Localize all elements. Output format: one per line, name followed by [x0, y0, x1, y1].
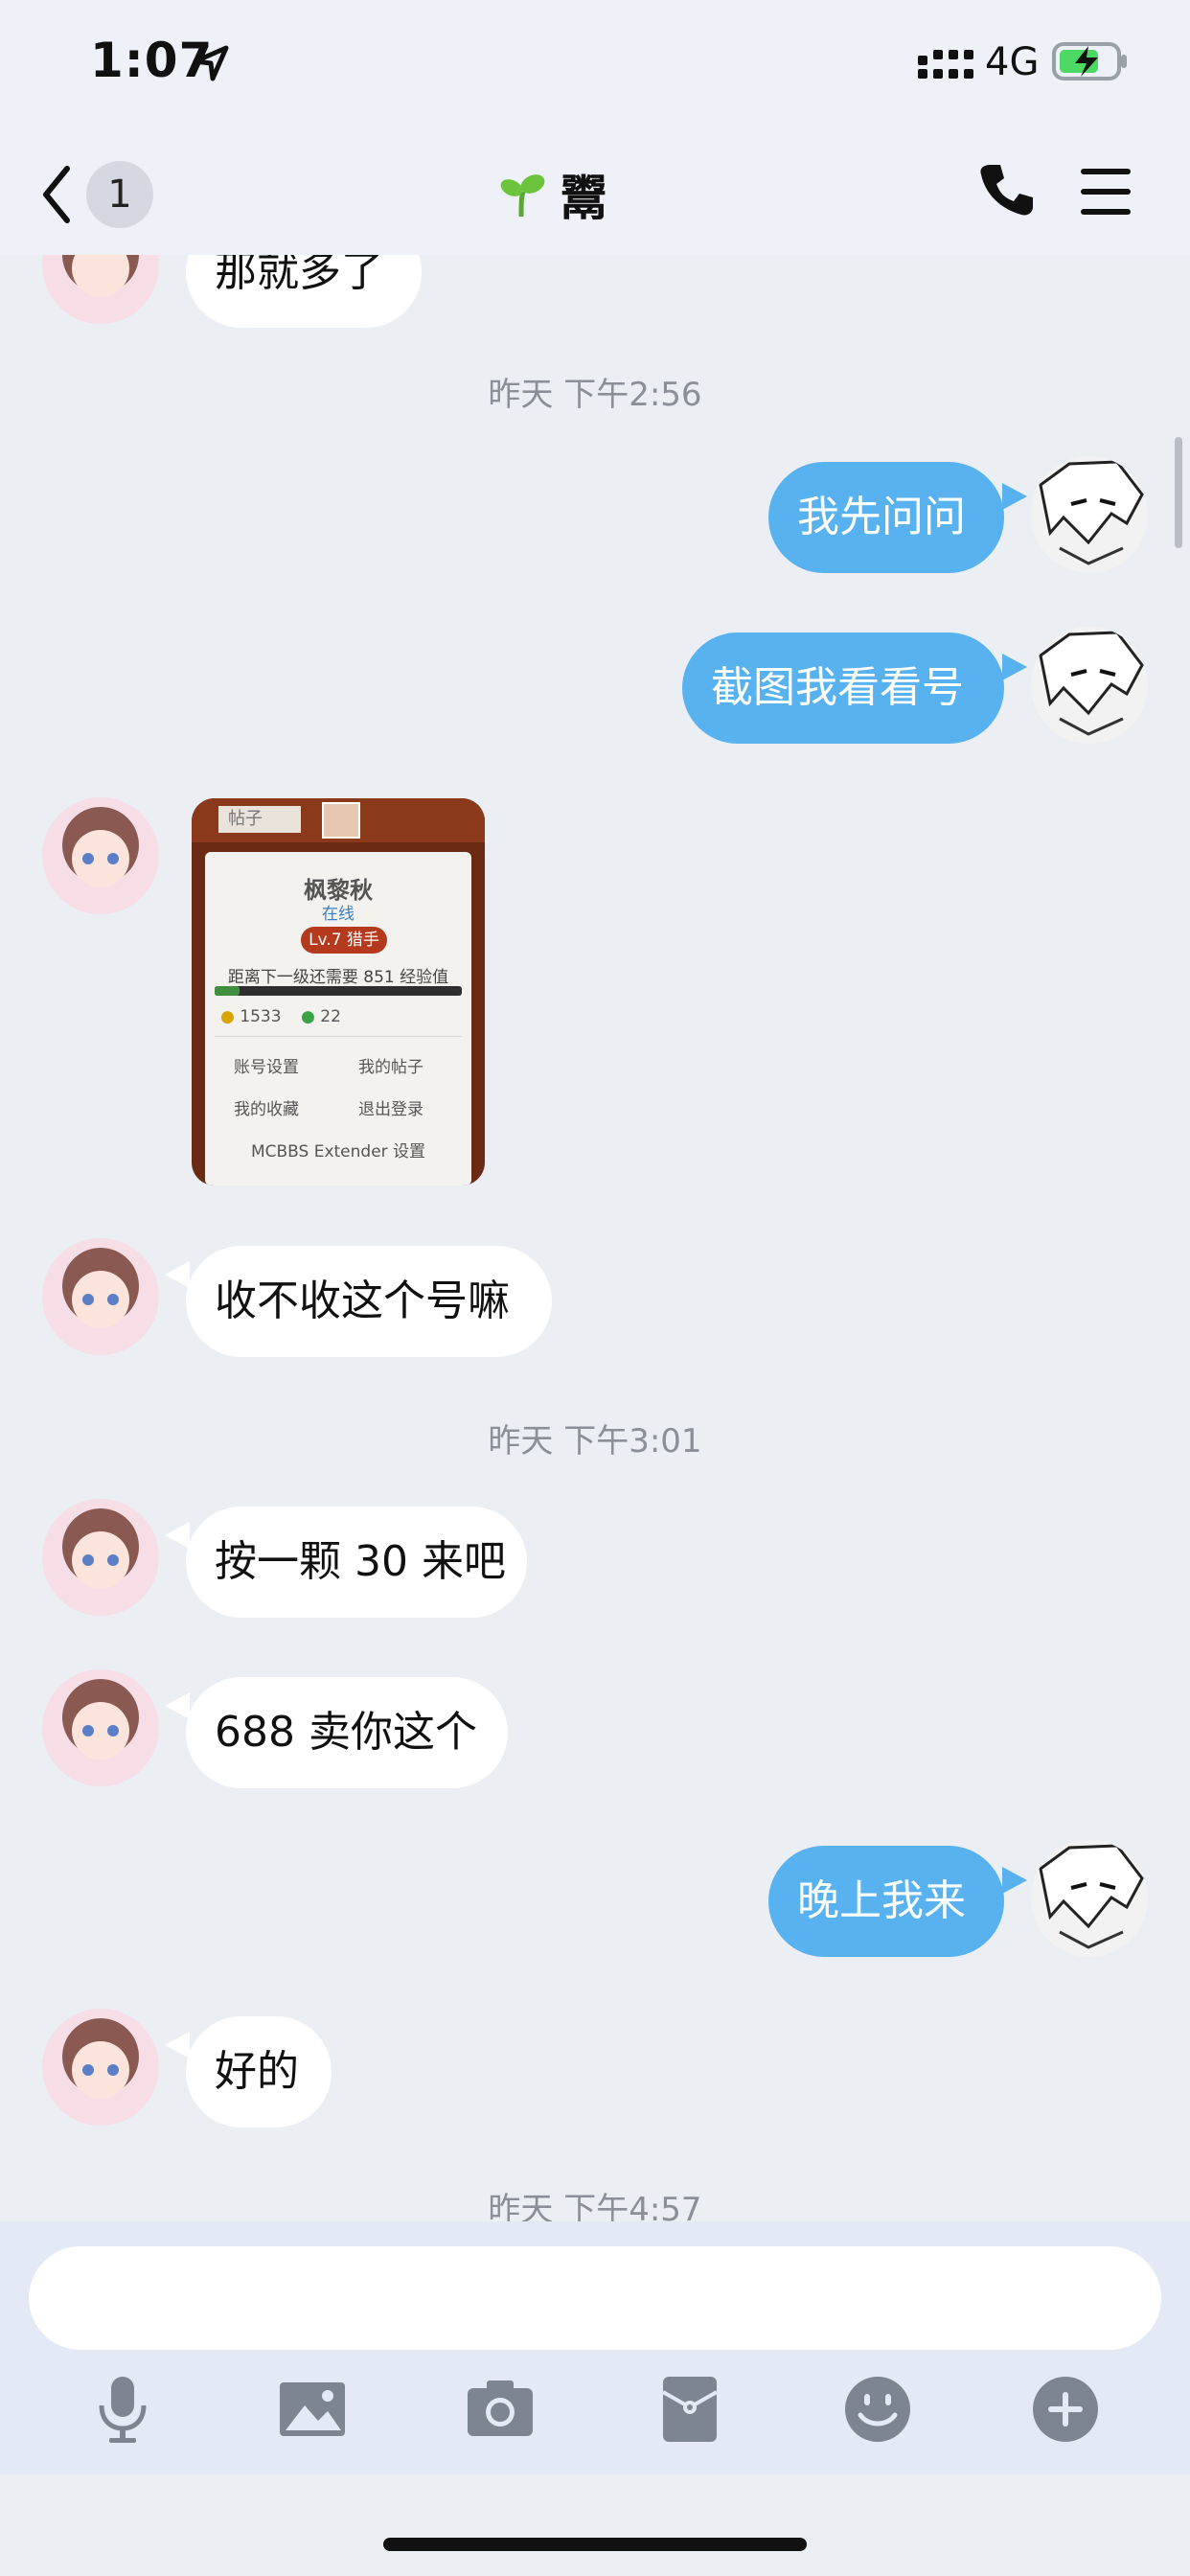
gem-count: ● 22: [301, 1007, 341, 1026]
phone-icon[interactable]: [977, 161, 1035, 218]
image-message[interactable]: 帖子 枫黎秋 在线 Lv.7 猎手 距离下一级还需要 851 经验值 ● 153…: [192, 798, 485, 1185]
chat-header: 1 鬻: [0, 134, 1190, 255]
menu-my-favorites: 我的收藏: [234, 1100, 299, 1119]
profile-card: 枫黎秋 在线 Lv.7 猎手 距离下一级还需要 851 经验值 ● 1533 ●…: [205, 852, 471, 1185]
bubble-tail: [1002, 483, 1027, 510]
message-bubble-outgoing[interactable]: 截图我看看号: [682, 632, 1004, 744]
scrollbar[interactable]: [1175, 437, 1182, 548]
plus-icon[interactable]: [1027, 2371, 1104, 2448]
emoji-icon[interactable]: [839, 2371, 916, 2448]
bubble-tail: [1002, 654, 1027, 680]
timestamp: 昨天 下午2:56: [488, 376, 702, 414]
coin-value: 1533: [240, 1007, 282, 1026]
gem-value: 22: [320, 1007, 341, 1026]
gem-icon: ●: [301, 1007, 315, 1026]
battery-charging-icon: [1052, 42, 1127, 80]
level-badge: Lv.7 猎手: [301, 927, 387, 954]
coin-count: ● 1533: [220, 1007, 282, 1026]
message-text: 截图我看看号: [711, 663, 964, 712]
home-indicator[interactable]: [383, 2538, 807, 2551]
location-arrow-icon: [193, 45, 229, 81]
message-bubble-outgoing[interactable]: 我先问问: [768, 462, 1004, 573]
composer: [0, 2221, 1190, 2474]
red-packet-icon[interactable]: [652, 2371, 728, 2448]
signal-icon: [918, 50, 973, 79]
status-bar: 1:07 4G: [0, 0, 1190, 134]
divider: [215, 1036, 462, 1037]
message-input[interactable]: [29, 2246, 1161, 2350]
message-text: 那就多了: [215, 255, 383, 296]
post-dropdown: 帖子: [218, 806, 301, 833]
sprout-icon: [500, 174, 545, 218]
menu-icon[interactable]: [1079, 163, 1133, 220]
menu-logout: 退出登录: [358, 1100, 423, 1119]
menu-my-posts: 我的帖子: [358, 1058, 423, 1077]
exp-text: 距离下一级还需要 851 经验值: [227, 968, 449, 987]
coin-icon: ●: [220, 1007, 235, 1026]
camera-icon[interactable]: [462, 2371, 538, 2448]
exp-progress-bar: [215, 986, 462, 996]
my-avatar[interactable]: [1031, 627, 1148, 744]
back-button[interactable]: 1: [38, 157, 163, 234]
home-indicator-area: [0, 2474, 1190, 2576]
microphone-icon[interactable]: [84, 2371, 161, 2448]
chevron-left-icon: [43, 166, 70, 223]
profile-status: 在线: [322, 905, 355, 924]
image-icon[interactable]: [274, 2371, 351, 2448]
exp-progress-fill: [215, 986, 240, 996]
my-avatar[interactable]: [1031, 456, 1148, 573]
contact-name: 鬻: [560, 171, 607, 226]
chat-title[interactable]: 鬻: [498, 161, 607, 228]
network-type: 4G: [985, 40, 1040, 84]
contact-avatar[interactable]: [42, 797, 159, 914]
menu-extender-settings: MCBBS Extender 设置: [250, 1142, 426, 1162]
message-text: 我先问问: [797, 493, 966, 541]
unread-badge: 1: [86, 161, 153, 228]
message-list[interactable]: 那就多了 昨天 下午2:56 我先问问 截图我看看号: [0, 255, 1190, 2221]
user-thumbnail: [322, 802, 360, 839]
message-bubble-incoming[interactable]: 那就多了: [186, 255, 422, 328]
contact-avatar[interactable]: [42, 255, 159, 324]
menu-account-settings: 账号设置: [234, 1058, 299, 1077]
